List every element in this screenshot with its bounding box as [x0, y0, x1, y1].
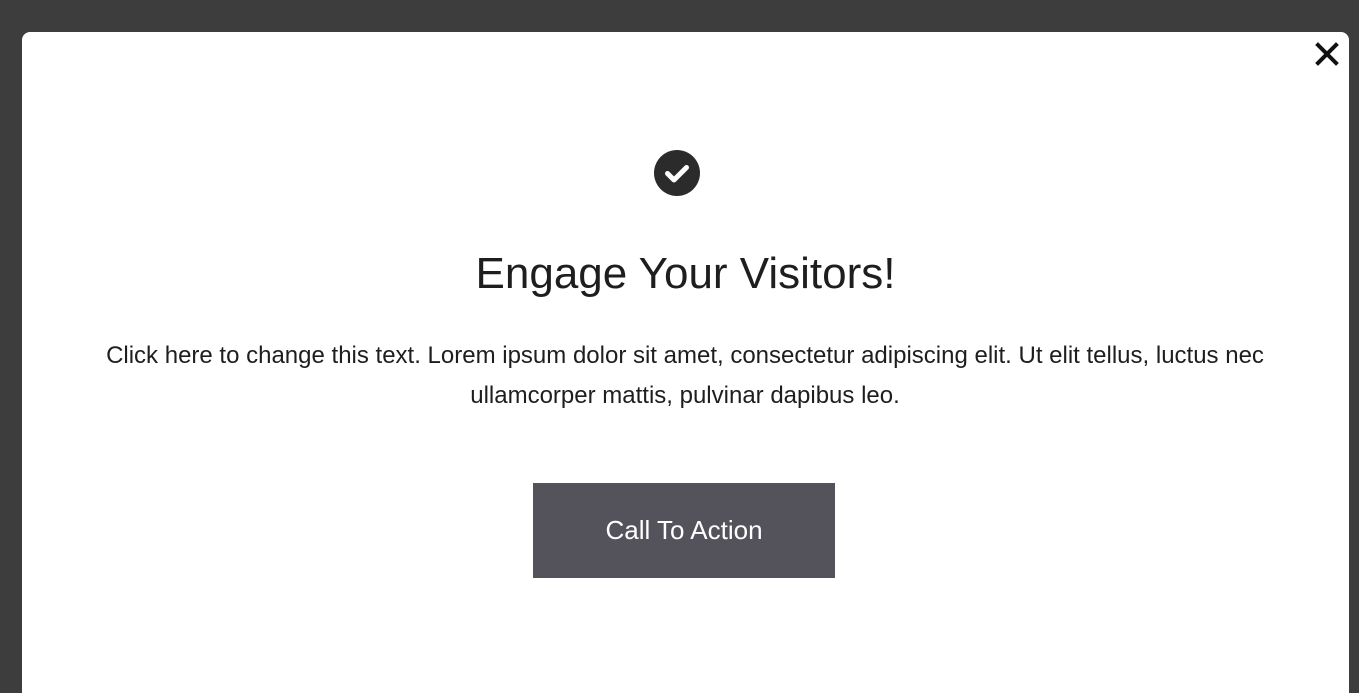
close-button[interactable] — [1313, 40, 1341, 68]
check-circle-icon — [654, 150, 700, 196]
popup-body-text: Click here to change this text. Lorem ip… — [106, 342, 1264, 409]
popup-title: Engage Your Visitors! — [475, 249, 896, 298]
close-icon[interactable] — [1315, 42, 1339, 66]
popup-modal: Engage Your Visitors! Click here to chan… — [22, 32, 1349, 693]
modal-overlay[interactable]: Engage Your Visitors! Click here to chan… — [0, 0, 1359, 693]
call-to-action-button[interactable]: Call To Action — [533, 483, 835, 578]
